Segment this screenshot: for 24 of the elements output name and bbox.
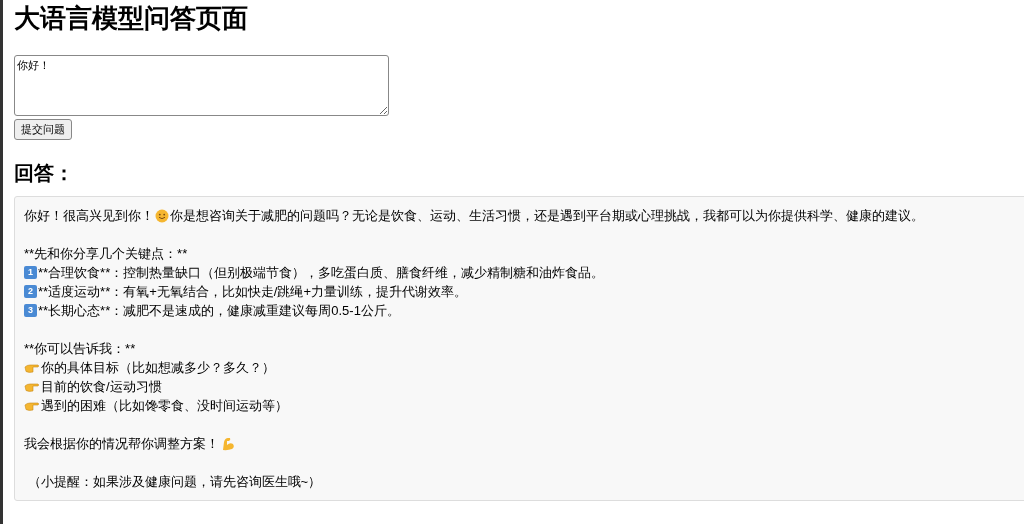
list-item-text: 你的具体目标（比如想减多少？多久？） [41, 359, 275, 378]
number-badge: 2 [24, 285, 37, 299]
pointing-hand-icon [24, 399, 40, 412]
list-item-text: **合理饮食**：控制热量缺口（但别极端节食），多吃蛋白质、膳食纤维，减少精制糖和油炸食品。 [38, 264, 605, 283]
number-badge: 3 [24, 304, 37, 318]
answer-text: **先和你分享几个关键点：** [24, 245, 188, 264]
pointing-hand-icon [24, 380, 40, 393]
flexed-arm-icon [221, 436, 236, 452]
answer-heading: 回答： [14, 161, 74, 187]
list-item-text: **长期心态**：减肥不是速成的，健康减重建议每周0.5-1公斤。 [38, 302, 400, 321]
answer-text: 你是想咨询关于减肥的问题吗？无论是饮食、运动、生活习惯，还是遇到平台期或心理挑战，我都可以为你提供科学、健康的建议。 [170, 207, 924, 226]
list-item-text: **适度运动**：有氧+无氧结合，比如快走/跳绳+力量训练，提升代谢效率。 [38, 283, 468, 302]
smiley-icon [155, 208, 169, 223]
page-title: 大语言模型问答页面 [14, 2, 248, 34]
answer-text: **你可以告诉我：** [24, 340, 136, 359]
pointing-hand-icon [24, 361, 40, 374]
question-field[interactable]: 你好！ [14, 55, 389, 116]
answer-text: （小提醒：如果涉及健康问题，请先咨询医生哦~） [26, 473, 322, 492]
answer-text: 你好！很高兴见到你！ [24, 207, 154, 226]
submit-button[interactable]: 提交问题 [14, 119, 72, 140]
list-item-text: 遇到的困难（比如馋零食、没时间运动等） [41, 397, 288, 416]
answer-text: 我会根据你的情况帮你调整方案！ [24, 435, 219, 454]
list-item-text: 目前的饮食/运动习惯 [41, 378, 162, 397]
number-badge: 1 [24, 266, 37, 280]
